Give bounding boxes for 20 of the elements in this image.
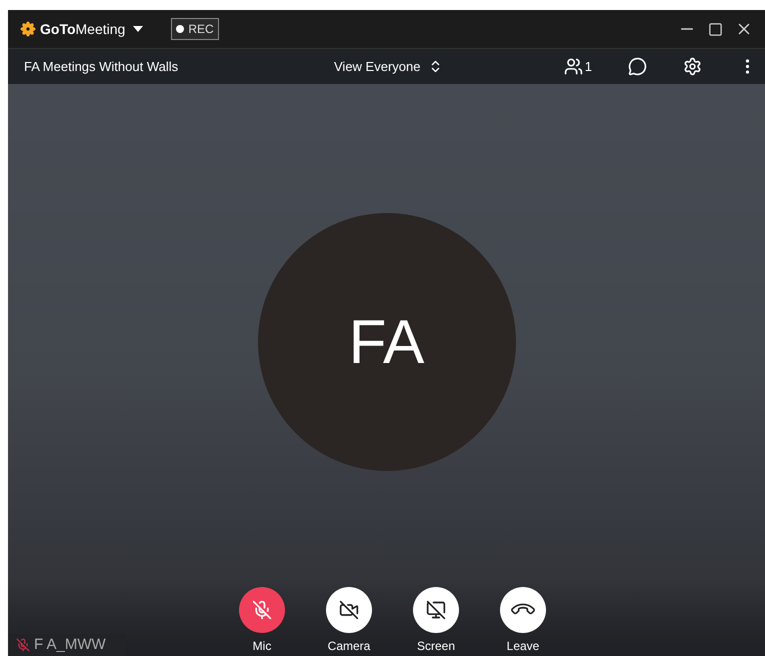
caret-icon <box>133 26 144 32</box>
flower-logo-icon <box>20 21 36 37</box>
meeting-title: FA Meetings Without Walls <box>24 58 180 76</box>
call-control-button[interactable]: Mic <box>238 587 286 655</box>
maximize-icon[interactable] <box>708 22 723 36</box>
recording-label: REC <box>188 21 214 38</box>
participant-name: F A_MWW <box>34 634 106 655</box>
call-control-button[interactable]: Camera <box>325 587 373 655</box>
people-icon <box>564 56 583 76</box>
settings-icon[interactable] <box>683 57 702 76</box>
chat-icon[interactable] <box>628 57 647 76</box>
avatar: FA <box>258 213 516 471</box>
call-control-button[interactable]: Leave <box>499 587 547 655</box>
participants-button[interactable]: 1 <box>564 56 592 76</box>
screen-off-icon <box>426 600 446 620</box>
app-menu-button[interactable]: GoToMeeting <box>40 18 144 40</box>
call-control-button[interactable]: Screen <box>412 587 460 655</box>
view-selector[interactable]: View Everyone <box>334 56 444 76</box>
muted-mic-icon <box>252 600 272 620</box>
camera-off-icon <box>339 600 359 620</box>
